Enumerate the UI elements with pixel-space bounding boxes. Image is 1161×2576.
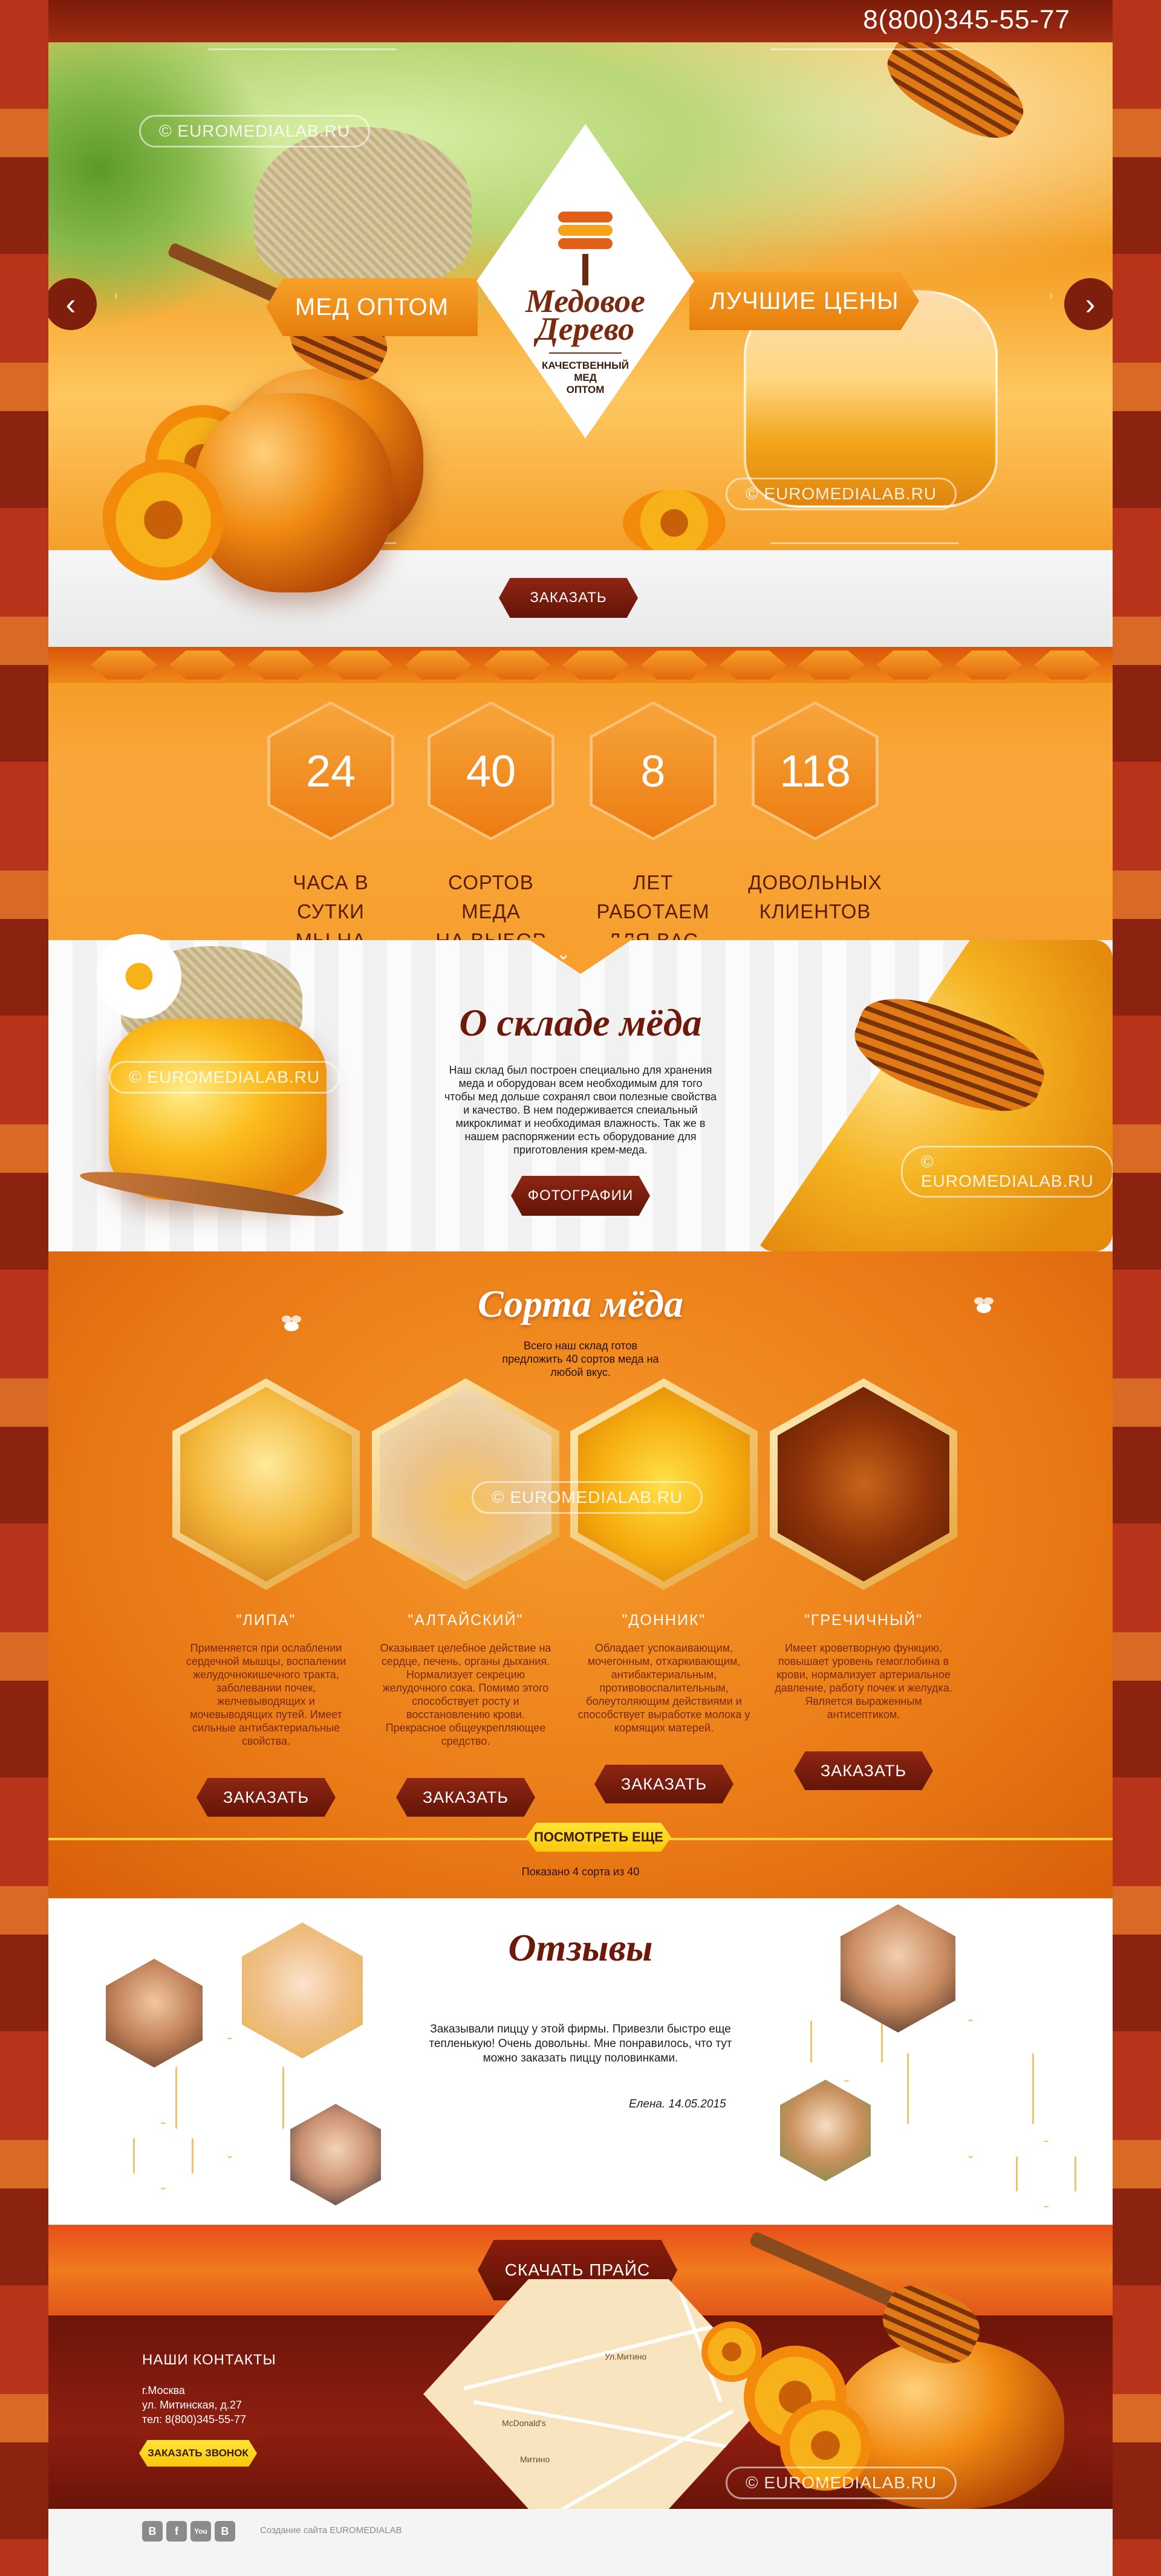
bottom-bar	[48, 2509, 1113, 2576]
lipa-honey-image	[180, 1387, 352, 1582]
hex-outline-decor	[1016, 2140, 1076, 2208]
about-warehouse-section: ⌄ © EUROMEDIALAB.RU © EUROMEDIALAB.RU О …	[48, 934, 1113, 1251]
chevron-right-icon: ›	[1085, 287, 1096, 321]
logo-title: Медовое Дерево	[476, 285, 694, 347]
stat-value: 118	[755, 704, 876, 837]
logo-diamond[interactable]: Медовое Дерево КАЧЕСТВЕННЫЙ МЕД ОПТОМ	[476, 124, 694, 438]
sort-name: "АЛТАЙСКИЙ"	[408, 1612, 524, 1629]
ribbon-best-prices: ЛУЧШИЕ ЦЕНЫ	[689, 272, 919, 330]
honeycomb-strip	[48, 647, 1113, 683]
stats-section: 24 ЧАСА В СУТКИМЫ НА СВЯЗИ 40 СОРТОВ МЕД…	[48, 647, 1113, 981]
shown-count-text: Показано 4 сорта из 40	[521, 1866, 640, 1878]
honey-sorts-section: Сорта мёда Всего наш склад готов предлож…	[48, 1251, 1113, 1898]
watermark: © EUROMEDIALAB.RU	[901, 1146, 1113, 1198]
photos-button[interactable]: ФОТОГРАФИИ	[511, 1176, 650, 1216]
honey-pot-image	[194, 393, 393, 592]
honey-tree-logo-icon	[558, 212, 613, 285]
watermark: © EUROMEDIALAB.RU	[139, 115, 371, 148]
sort-description: Обладает успокаивающим, мочегонным, отха…	[577, 1642, 750, 1734]
stat-value: 8	[593, 704, 714, 837]
section-arrow-down-icon	[526, 938, 635, 974]
reviews-title: Отзывы	[508, 1926, 653, 1969]
stat-value: 24	[270, 704, 391, 837]
order-button-buckwheat[interactable]: ЗАКАЗАТЬ	[794, 1751, 933, 1790]
watermark: © EUROMEDIALAB.RU	[109, 1061, 340, 1094]
stat-clients: 118 ДОВОЛЬНЫХ КЛИЕНТОВ	[743, 701, 888, 926]
sort-card-altai: "АЛТАЙСКИЙ" Оказывает целебное действие …	[369, 1378, 562, 1817]
logo-subtitle: КАЧЕСТВЕННЫЙ МЕД ОПТОМ	[542, 360, 629, 395]
sort-card-donnik: "ДОННИК" Обладает успокаивающим, мочегон…	[567, 1378, 761, 1803]
calendula-flower-image	[103, 459, 224, 580]
show-more-button[interactable]: ПОСМОТРЕТЬ ЕЩЕ	[526, 1823, 671, 1852]
sorts-title: Сорта мёда	[477, 1282, 684, 1325]
stat-sorts: 40 СОРТОВ МЕДАНА ВЫБОР	[418, 701, 564, 955]
watermark: © EUROMEDIALAB.RU	[726, 478, 957, 510]
youtube-icon[interactable]: You	[190, 2521, 211, 2542]
order-button-lipa[interactable]: ЗАКАЗАТЬ	[197, 1778, 336, 1817]
logo-title-line-2: Дерево	[536, 311, 635, 347]
contacts-address: г.Москва ул. Митинская, д.27 тел: 8(800)…	[142, 2384, 247, 2425]
sort-card-lipa: "ЛИПА" Применяется при ослаблении сердеч…	[169, 1378, 363, 1817]
buckwheat-honey-image	[778, 1387, 949, 1582]
facebook-icon[interactable]: f	[166, 2521, 187, 2542]
bee-icon	[974, 1297, 994, 1313]
sorts-intro: Всего наш склад готов предложить 40 сорт…	[502, 1340, 659, 1378]
contacts-title: НАШИ КОНТАКТЫ	[142, 2352, 276, 2368]
hero-order-button[interactable]: ЗАКАЗАТЬ	[499, 578, 638, 618]
landing-page: © EUROMEDIALAB.RU © EUROMEDIALAB.RU МЕД …	[48, 0, 1113, 2576]
map-label: Ул.Митино	[605, 2352, 647, 2361]
sort-name: "ЛИПА"	[236, 1612, 296, 1629]
reviewer-avatar[interactable]	[242, 1922, 363, 2059]
behance-icon[interactable]: B	[215, 2521, 235, 2542]
order-button-donnik[interactable]: ЗАКАЗАТЬ	[594, 1765, 733, 1803]
daisy-flower-image	[97, 934, 181, 1019]
chevron-down-icon: ⌄	[556, 944, 571, 963]
background-left	[0, 0, 48, 2576]
blogger-icon[interactable]: B	[142, 2521, 163, 2542]
reviewer-avatar[interactable]	[290, 2104, 381, 2205]
reviews-section: Отзывы Заказывали пиццу у этой фирмы. Пр…	[48, 1898, 1113, 2225]
slider-next-button[interactable]: ›	[1064, 278, 1113, 330]
header-phone[interactable]: 8(800)345-55-77	[863, 5, 1070, 35]
stat-years: 8 ЛЕТ РАБОТАЕМДЛЯ ВАС	[580, 701, 726, 955]
sort-description: Применяется при ослаблении сердечной мыш…	[186, 1642, 346, 1747]
stat-label: ДОВОЛЬНЫХ КЛИЕНТОВ	[748, 871, 882, 923]
sort-description: Имеет кроветворную функцию, повышает уро…	[775, 1642, 952, 1721]
sort-description: Оказывает целебное действие на сердце, п…	[380, 1642, 551, 1747]
reviewer-avatar[interactable]	[780, 2080, 871, 2181]
calendula-flower-image	[623, 490, 726, 550]
order-button-altai[interactable]: ЗАКАЗАТЬ	[396, 1778, 535, 1817]
honeycomb-plate-image	[756, 940, 1113, 1251]
ribbon-wholesale: МЕД ОПТОМ	[266, 278, 478, 336]
bee-icon	[282, 1316, 301, 1331]
stat-value: 40	[431, 704, 551, 837]
watermark: © EUROMEDIALAB.RU	[726, 2467, 957, 2499]
reviewer-avatar[interactable]	[106, 1959, 203, 2068]
sort-card-buckwheat: "ГРЕЧИЧНЫЙ" Имеет кроветворную функцию, …	[767, 1378, 960, 1790]
callback-button[interactable]: ЗАКАЗАТЬ ЗВОНОК	[139, 2440, 257, 2467]
review-text: Заказывали пиццу у этой фирмы. Привезли …	[429, 2023, 732, 2065]
about-text: Наш склад был построен специально для хр…	[444, 1064, 717, 1156]
sort-name: "ГРЕЧИЧНЫЙ"	[804, 1612, 923, 1629]
hex-outline-decor	[907, 2019, 1034, 2158]
map-label: Митино	[520, 2454, 550, 2464]
map-label: McDonald's	[502, 2418, 546, 2428]
about-title: О складе мёда	[459, 1001, 702, 1044]
review-author: Елена. 14.05.2015	[629, 2098, 726, 2110]
site-credit[interactable]: Создание сайта EUROMEDIALAB	[260, 2525, 402, 2535]
logo-divider	[549, 352, 622, 354]
watermark: © EUROMEDIALAB.RU	[472, 1481, 703, 1514]
chevron-left-icon: ‹	[65, 287, 76, 321]
footer-contacts: Ул.Митино McDonald's Митино НАШИ КОНТАКТ…	[48, 2231, 1113, 2509]
background-right	[1113, 0, 1161, 2576]
calendula-flower-image	[701, 2321, 762, 2382]
sort-name: "ДОННИК"	[622, 1612, 706, 1629]
honey-jar-image	[109, 1019, 327, 1200]
